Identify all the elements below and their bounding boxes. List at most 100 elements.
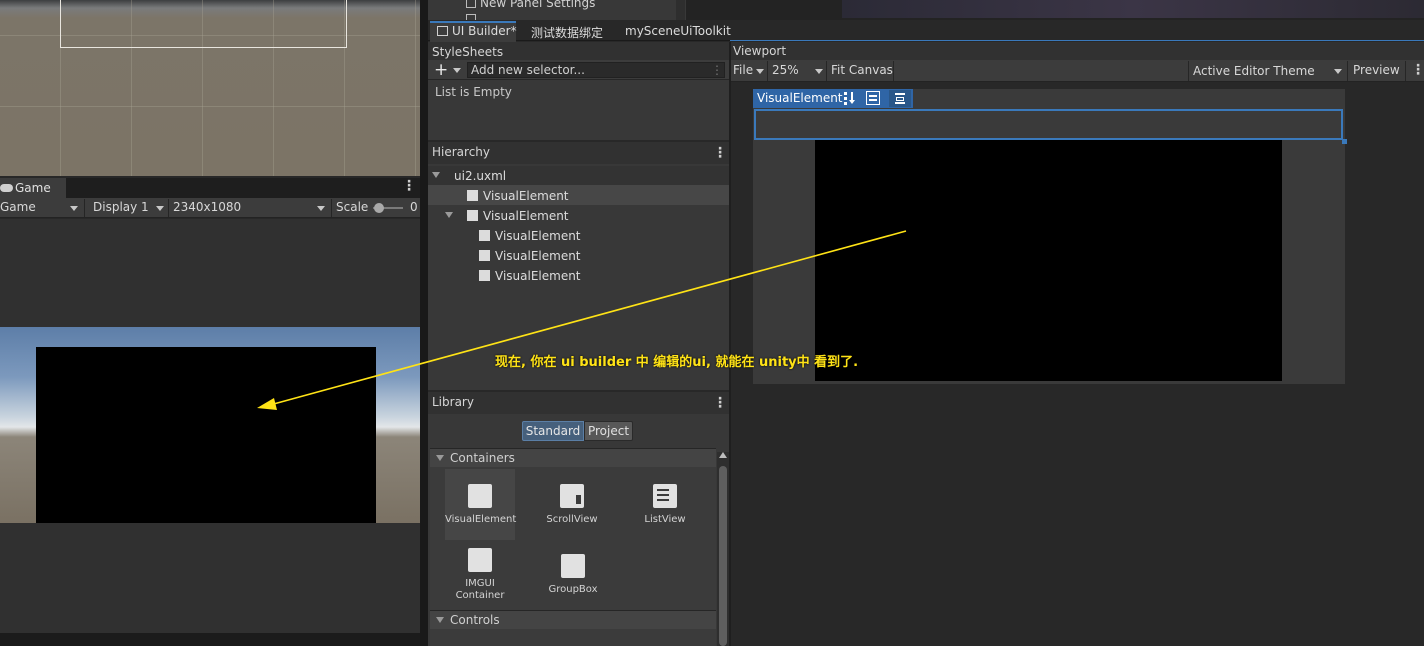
display-dropdown[interactable]: Display 1 [93,198,165,218]
library-scrollbar-thumb[interactable] [719,466,727,646]
tab-ui-builder-label: UI Builder* [452,24,517,38]
library-item-scrollview[interactable]: ScrollView [537,469,607,540]
hierarchy-row-label: VisualElement [495,269,581,283]
hierarchy-row-label: VisualElement [495,249,581,263]
scroll-up-icon[interactable] [719,452,727,458]
hierarchy-row[interactable]: VisualElement [428,205,729,225]
game-mode-label: Game [0,200,36,214]
scale-slider-handle[interactable] [374,203,384,213]
chevron-down-icon [815,69,823,74]
tab-game-label: Game [15,181,51,195]
hierarchy-root-label: ui2.uxml [454,169,507,183]
hierarchy-row[interactable]: VisualElement [428,245,729,265]
canvas-selection-label: VisualElement [757,91,843,105]
listview-icon [653,484,677,508]
chevron-down-icon [756,69,764,74]
library-tab-standard[interactable]: Standard [522,421,584,441]
library-item-label: ListView [644,514,686,525]
hierarchy-row[interactable]: VisualElement [428,185,729,205]
project-item-label: New Panel Settings [480,0,596,10]
tab-underline [730,40,1424,41]
align-icon[interactable] [866,91,880,105]
selected-visual-element[interactable] [754,109,1343,140]
preview-button[interactable]: Preview [1353,60,1400,81]
tab-myscene-uitoolkit[interactable]: mySceneUiToolkit [625,24,731,38]
toolbar-divider [767,61,768,81]
groupbox-icon [561,554,585,578]
scale-label: Scale [336,200,369,214]
library-category-containers[interactable]: Containers [430,448,716,467]
library-item-groupbox[interactable]: GroupBox [538,539,608,603]
chevron-down-icon[interactable] [453,68,461,73]
chevron-down-icon [156,206,164,211]
scene-canvas-outline [60,0,347,48]
resize-handle[interactable] [1342,139,1347,144]
ui-builder-icon [437,26,448,36]
chevron-down-icon [70,206,78,211]
theme-dropdown[interactable]: Active Editor Theme [1193,60,1345,81]
tab-game[interactable]: Game [0,178,66,198]
plus-icon[interactable]: + [434,60,448,80]
toolbar-divider [1188,61,1189,81]
library-kebab-icon[interactable]: ⋮ [713,395,727,411]
theme-label: Active Editor Theme [1193,64,1315,78]
library-title: Library [428,392,729,414]
visual-element-icon [479,230,490,241]
zoom-label: 25% [772,63,799,77]
library-item-label: Container [455,590,505,601]
scrollview-icon [560,484,584,508]
expand-arrow-icon [436,617,444,623]
library-item-label: VisualElement [445,514,517,525]
hierarchy-kebab-icon[interactable]: ⋮ [713,145,727,161]
project-scrollbar[interactable] [676,0,685,20]
category-label: Controls [450,613,500,627]
toolbar-divider [1405,61,1406,81]
canvas-visual-element[interactable] [815,140,1282,381]
scale-value: 0 [410,200,418,214]
hierarchy-root-row[interactable]: ui2.uxml [428,166,729,185]
library-controls-area [430,629,716,646]
hierarchy-title: Hierarchy [428,142,729,164]
toolbar-divider [331,199,332,217]
file-icon [466,14,476,20]
expand-arrow-icon[interactable] [432,172,440,178]
library-item-visualelement[interactable]: VisualElement [445,469,517,540]
hierarchy-row-label: VisualElement [483,189,569,203]
gamepad-icon [0,184,13,192]
toolbar-divider [826,61,827,81]
resolution-dropdown[interactable]: 2340x1080 [173,198,329,218]
file-menu[interactable]: File [733,60,767,81]
justify-icon[interactable] [889,90,911,107]
visual-element-icon [468,484,492,508]
stylesheets-title: StyleSheets [428,42,729,60]
window-splitter[interactable] [420,0,428,646]
field-handle-icon: ⋮ [711,63,723,77]
library-item-label: GroupBox [548,584,598,595]
library-tab-project[interactable]: Project [584,421,633,441]
game-mode-dropdown[interactable]: Game [0,198,82,218]
hierarchy-row[interactable]: VisualElement [428,265,729,285]
library-item-listview[interactable]: ListView [630,469,700,540]
tab-data-binding[interactable]: 测试数据绑定 [531,24,603,41]
chevron-down-icon [1334,69,1342,74]
visual-element-icon [479,270,490,281]
add-selector-input[interactable]: Add new selector... ⋮ [467,62,725,78]
library-category-controls[interactable]: Controls [430,610,716,629]
game-status-strip [0,633,420,646]
stylesheets-empty-text: List is Empty [435,85,512,99]
game-kebab-icon[interactable]: ⋮ [402,178,416,194]
project-item[interactable]: New Panel Settings [466,0,595,10]
hierarchy-row-label: VisualElement [495,229,581,243]
viewport-kebab-icon[interactable]: ⋮ [1411,62,1424,78]
expand-arrow-icon [436,455,444,461]
hierarchy-row-label: VisualElement [483,209,569,223]
annotation-caption: 现在, 你在 ui builder 中 编辑的ui, 就能在 unity中 看到… [495,355,859,370]
expand-arrow-icon[interactable] [445,212,453,218]
flex-direction-icon[interactable] [843,91,857,105]
hierarchy-row[interactable]: VisualElement [428,225,729,245]
display-label: Display 1 [93,200,149,214]
add-selector-placeholder: Add new selector... [471,63,585,77]
library-item-imgui-container[interactable]: IMGUI Container [445,533,515,609]
zoom-dropdown[interactable]: 25% [772,60,826,81]
fit-canvas-button[interactable]: Fit Canvas [831,60,893,81]
